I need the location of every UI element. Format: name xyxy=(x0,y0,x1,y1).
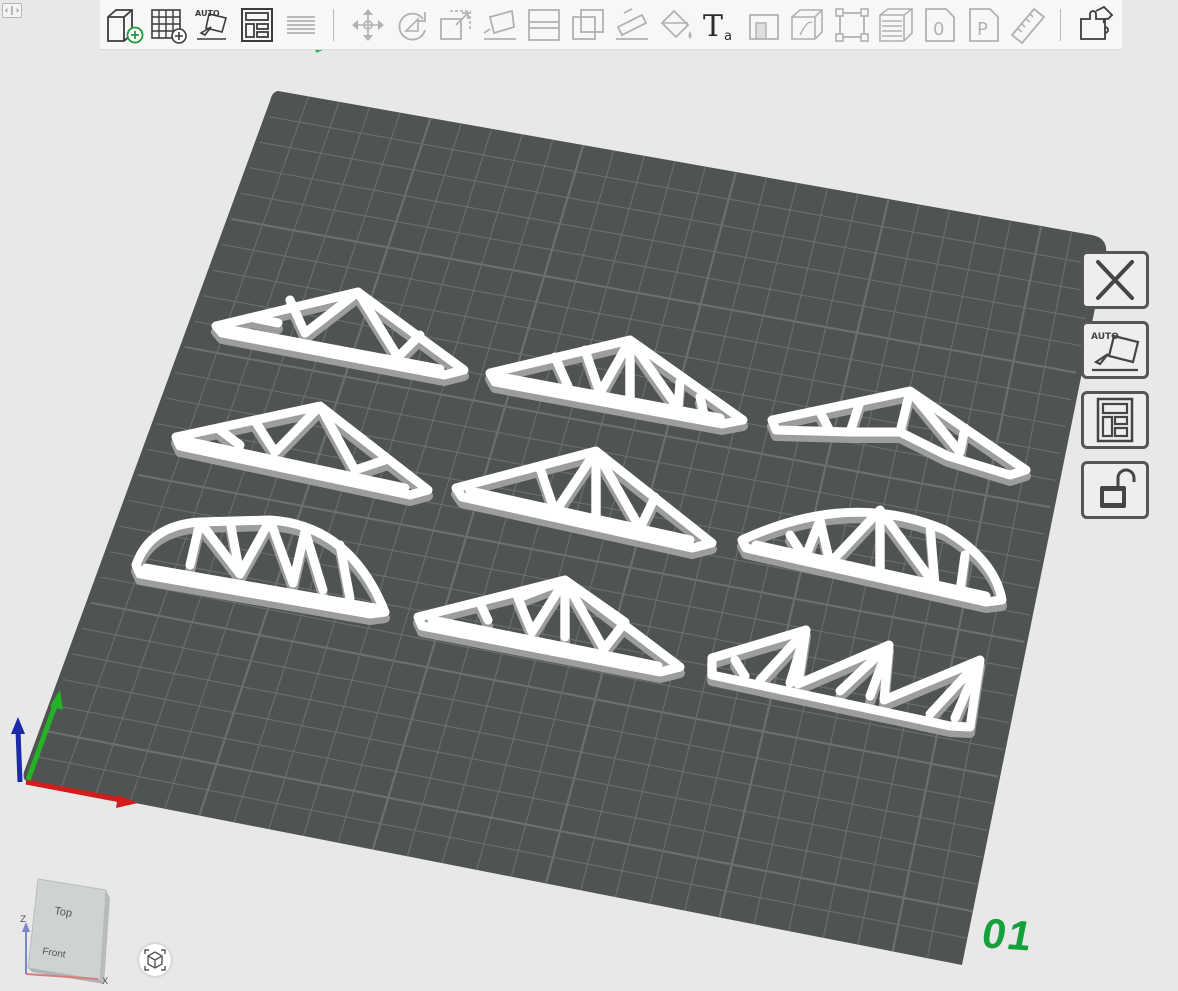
svg-text:0: 0 xyxy=(933,19,944,40)
plate-number: 01 xyxy=(982,909,1033,960)
scale-icon xyxy=(440,10,471,40)
split-icon xyxy=(528,9,560,41)
lock-plate-icon xyxy=(1100,468,1136,508)
move-button[interactable] xyxy=(348,5,388,45)
toolbar-separator xyxy=(1060,9,1061,41)
seam-button[interactable]: 0 xyxy=(920,5,960,45)
rotate-icon xyxy=(398,12,426,41)
layer-list-button[interactable] xyxy=(281,5,321,45)
seam-icon: 0 xyxy=(925,8,955,42)
axis-z-arrow xyxy=(11,717,25,734)
paint-icon xyxy=(660,9,692,39)
hollow-icon xyxy=(572,9,604,40)
panel-toggle-button[interactable]: ‹|› xyxy=(2,3,22,18)
auto-arrange-button[interactable]: AUTO xyxy=(193,5,233,45)
text-icon: T a xyxy=(703,9,732,44)
cut-icon xyxy=(616,8,648,40)
measure-icon xyxy=(1010,7,1046,45)
view-cube-axis-x: X xyxy=(102,977,108,986)
top-toolbar: AUTO T a 0 P xyxy=(100,0,1122,50)
lay-flat-button[interactable] xyxy=(480,5,520,45)
support-icon xyxy=(835,8,869,42)
remove-plate-icon xyxy=(1096,260,1134,300)
arrange-plate-icon: AUTO xyxy=(1091,332,1140,372)
move-icon xyxy=(352,9,384,41)
svg-text:T: T xyxy=(703,9,723,44)
lock-plate-button[interactable] xyxy=(1081,461,1149,519)
assembly-button[interactable] xyxy=(1076,5,1116,45)
recenter-icon xyxy=(144,949,166,971)
plate-settings-button[interactable] xyxy=(1081,391,1149,449)
add-model-button[interactable] xyxy=(105,5,145,45)
arrange-plate-button[interactable]: AUTO xyxy=(1081,321,1149,379)
split-button[interactable] xyxy=(524,5,564,45)
support-button[interactable] xyxy=(832,5,872,45)
remove-plate-button[interactable] xyxy=(1081,251,1149,309)
hollow-button[interactable] xyxy=(568,5,608,45)
add-grid-icon xyxy=(151,9,187,44)
layout-button[interactable] xyxy=(237,5,277,45)
boolean-icon xyxy=(791,9,823,40)
svg-text:AUTO: AUTO xyxy=(195,9,220,18)
measure-button[interactable] xyxy=(1008,5,1048,45)
layer-list-icon xyxy=(287,16,315,34)
placeholder-button[interactable]: P xyxy=(964,5,1004,45)
variable-layer-button[interactable] xyxy=(876,5,916,45)
plate-settings-icon xyxy=(1096,397,1134,443)
view-cube-axis-z: Z xyxy=(20,915,26,925)
svg-text:P: P xyxy=(977,19,988,40)
emboss-icon xyxy=(749,14,779,40)
add-model-icon xyxy=(107,9,144,44)
layout-icon xyxy=(241,8,273,42)
cut-button[interactable] xyxy=(612,5,652,45)
assembly-icon xyxy=(1080,5,1114,40)
emboss-button[interactable] xyxy=(744,5,784,45)
view-cube[interactable]: Top Front Z X xyxy=(14,876,116,987)
text-button[interactable]: T a xyxy=(700,5,740,45)
rotate-button[interactable] xyxy=(392,5,432,45)
boolean-button[interactable] xyxy=(788,5,828,45)
recenter-view-button[interactable] xyxy=(139,944,171,976)
view-cube-face[interactable] xyxy=(27,878,107,981)
auto-arrange-icon: AUTO xyxy=(195,9,227,40)
paint-button[interactable] xyxy=(656,5,696,45)
placeholder-icon: P xyxy=(969,8,999,42)
toolbar-separator xyxy=(333,9,334,41)
scale-button[interactable] xyxy=(436,5,476,45)
add-grid-button[interactable] xyxy=(149,5,189,45)
svg-text:a: a xyxy=(724,29,732,44)
variable-layer-icon xyxy=(879,8,913,42)
lay-flat-icon xyxy=(483,9,516,40)
